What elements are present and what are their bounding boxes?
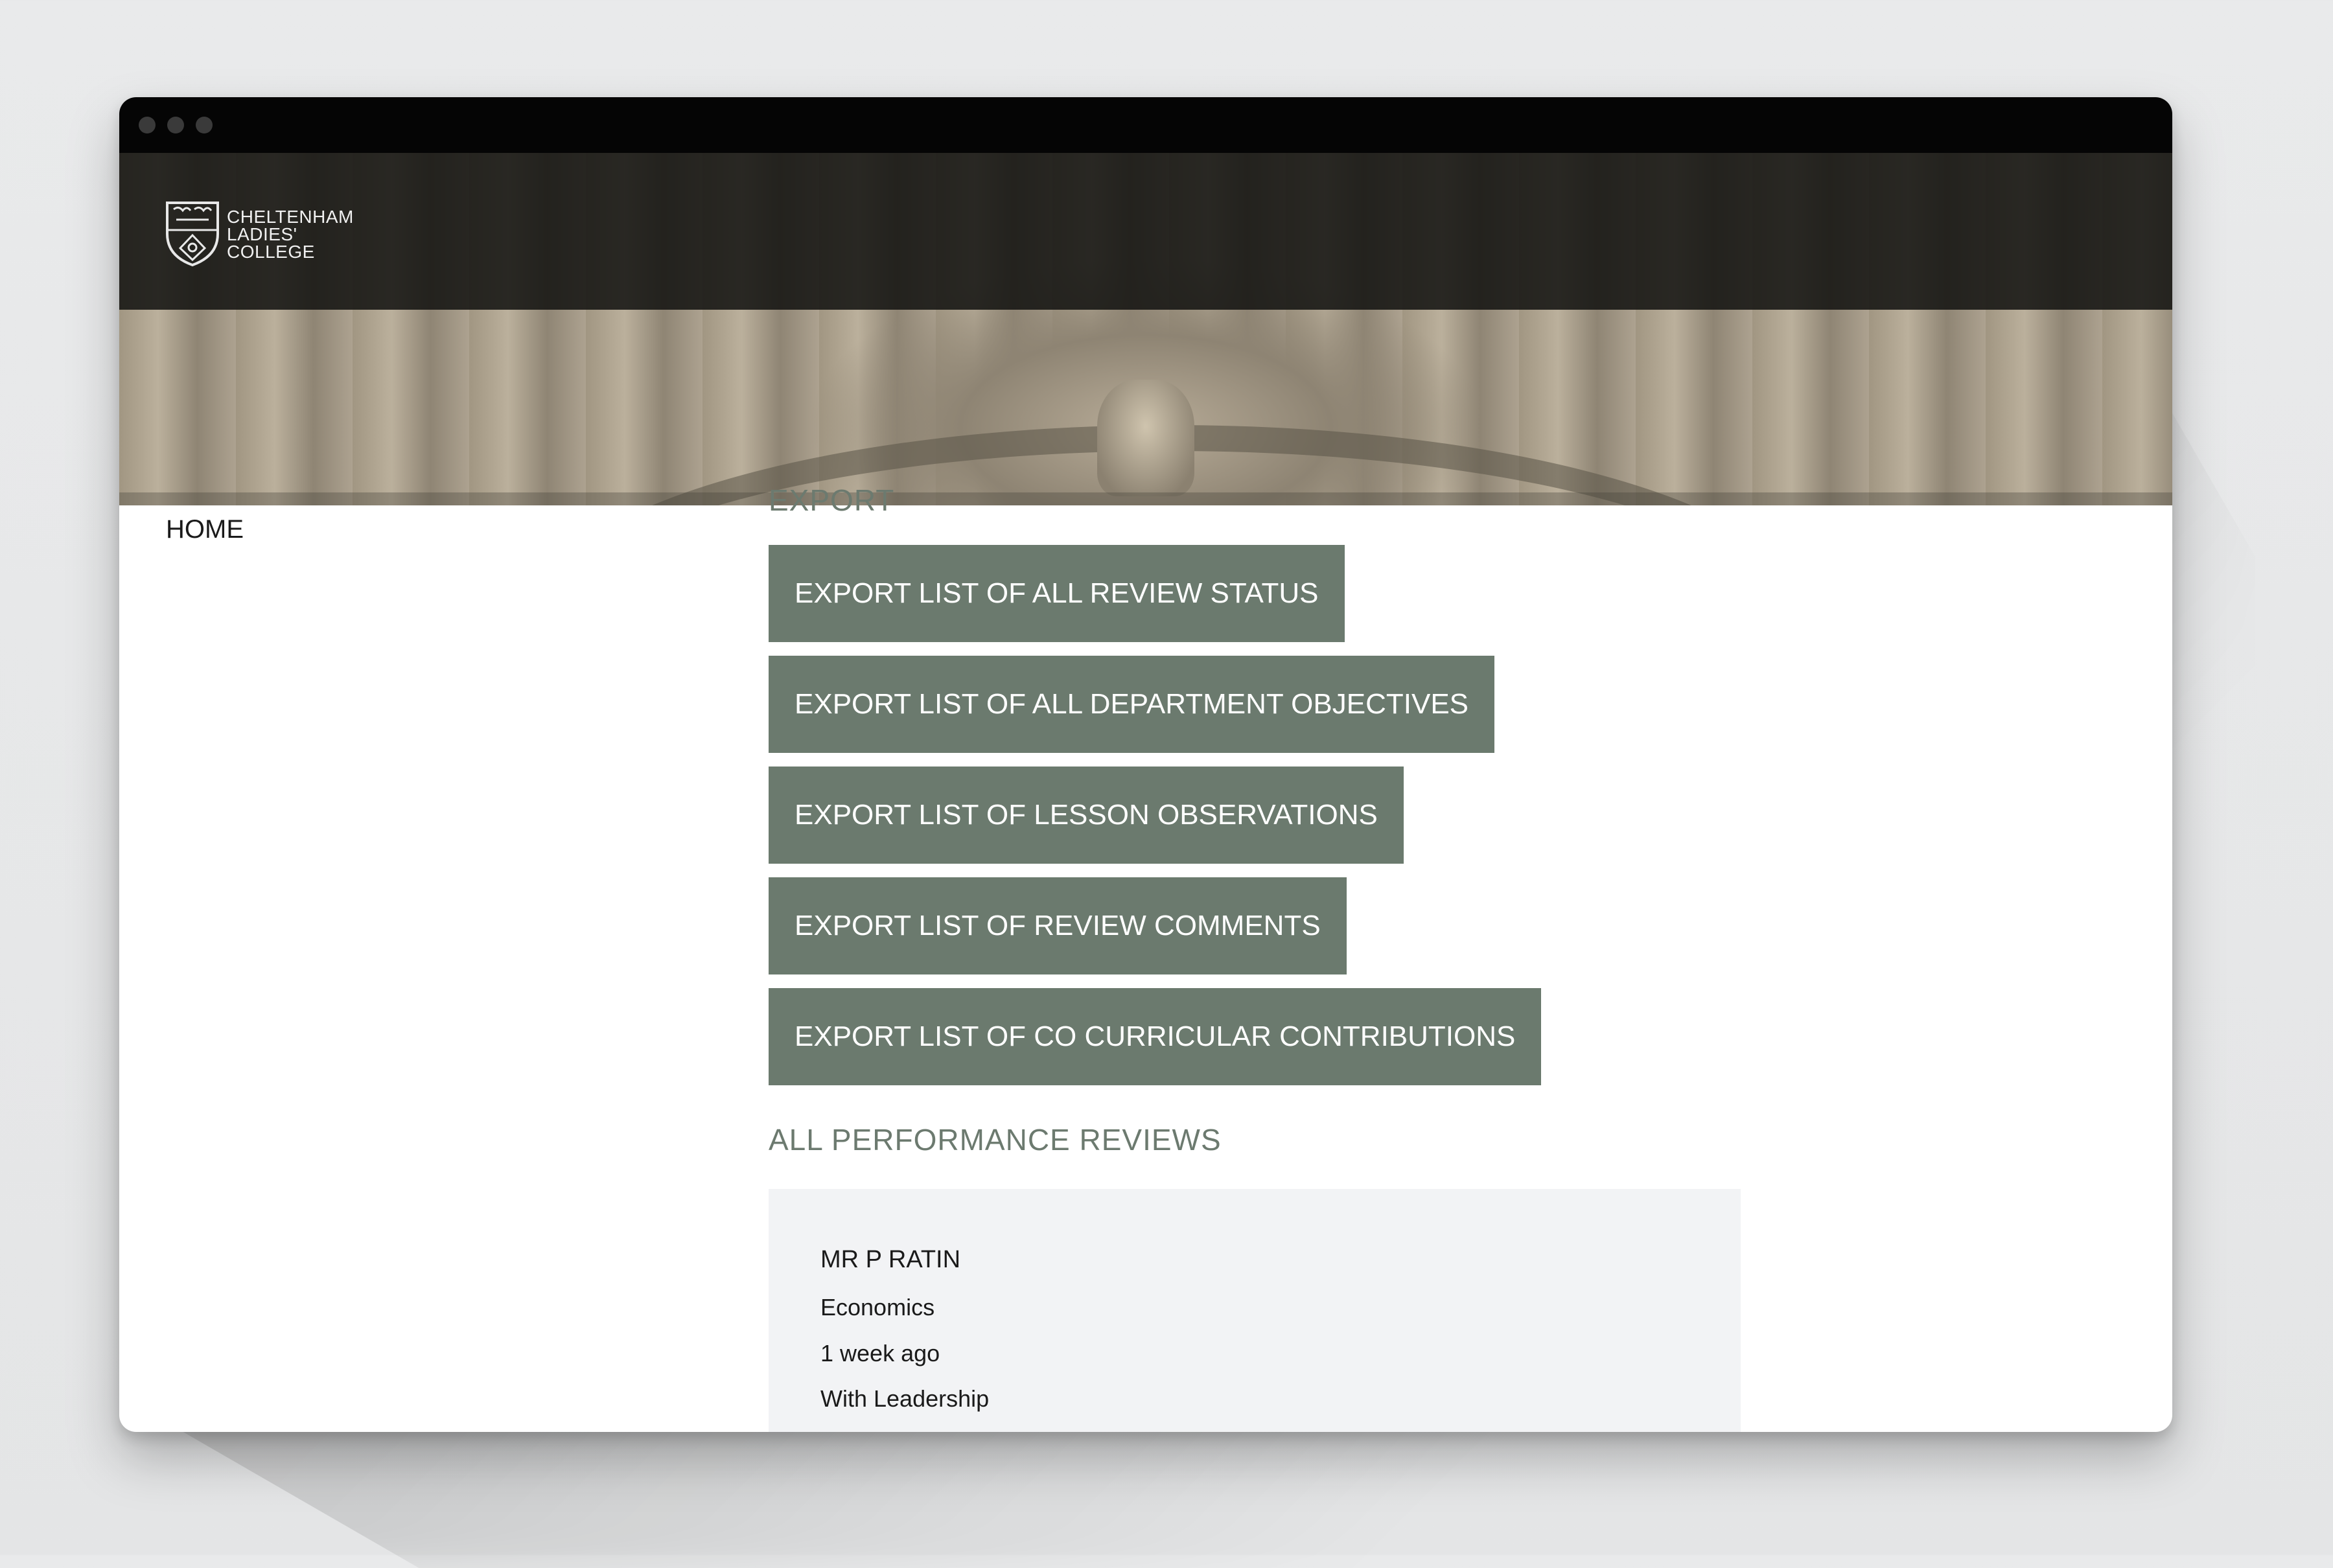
review-department: Economics <box>820 1294 935 1320</box>
crest-icon <box>166 202 219 267</box>
export-co-curricular-button[interactable]: EXPORT LIST OF CO CURRICULAR CONTRIBUTIO… <box>769 988 1542 1085</box>
nav-home-link[interactable]: HOME <box>166 515 244 544</box>
review-time: 1 week ago <box>820 1340 940 1366</box>
window-close-dot[interactable] <box>139 117 156 133</box>
review-status: With Leadership <box>820 1385 990 1412</box>
export-lesson-observations-button[interactable]: EXPORT LIST OF LESSON OBSERVATIONS <box>769 767 1404 864</box>
window-maximize-dot[interactable] <box>196 117 213 133</box>
wordmark-line: LADIES' <box>227 224 297 244</box>
hero-banner: CHELTENHAM LADIES' COLLEGE <box>119 153 2172 505</box>
hero-carved-urn <box>1097 380 1194 496</box>
header-band <box>119 153 2172 310</box>
wordmark-line: COLLEGE <box>227 241 315 262</box>
export-review-status-button[interactable]: EXPORT LIST OF ALL REVIEW STATUS <box>769 545 1345 642</box>
wordmark-line: CHELTENHAM <box>227 206 354 227</box>
export-heading: EXPORT <box>769 483 895 517</box>
browser-window: CHELTENHAM LADIES' COLLEGE HOME EXPORT E… <box>119 97 2172 1432</box>
window-minimize-dot[interactable] <box>167 117 184 133</box>
college-logo[interactable]: CHELTENHAM LADIES' COLLEGE <box>165 198 354 270</box>
review-person-name: MR P RATIN <box>820 1246 961 1273</box>
review-card[interactable]: MR P RATIN Economics 1 week ago With Lea… <box>769 1189 1741 1432</box>
window-titlebar <box>119 97 2172 153</box>
export-department-objectives-button[interactable]: EXPORT LIST OF ALL DEPARTMENT OBJECTIVES <box>769 656 1495 753</box>
hero-bottom-edge <box>119 492 2172 505</box>
performance-reviews-heading: ALL PERFORMANCE REVIEWS <box>769 1123 1222 1157</box>
college-wordmark: CHELTENHAM LADIES' COLLEGE <box>227 206 354 262</box>
export-review-comments-button[interactable]: EXPORT LIST OF REVIEW COMMENTS <box>769 877 1347 974</box>
